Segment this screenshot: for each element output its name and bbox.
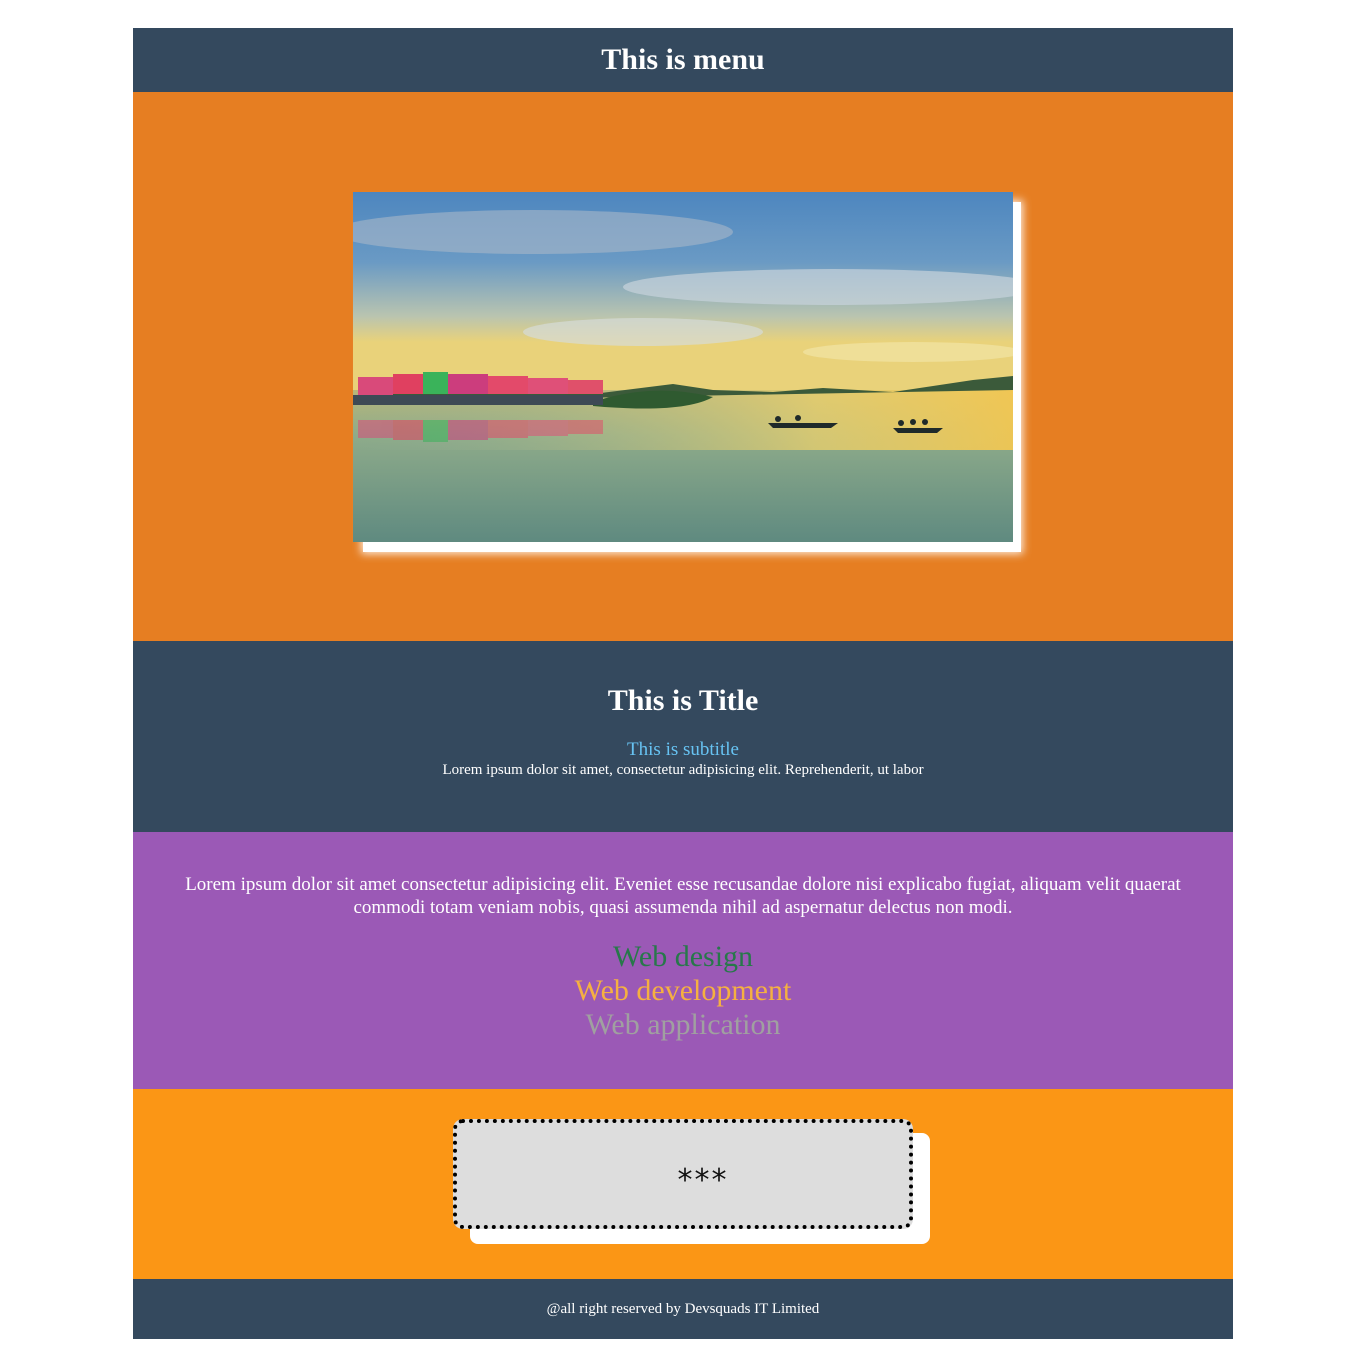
page: This is menu This is Title This is subti… — [133, 28, 1233, 1339]
title-section: This is Title This is subtitle Lorem ips… — [133, 641, 1233, 832]
hero-section — [133, 92, 1233, 641]
box-section: *** — [133, 1089, 1233, 1279]
box-text: *** — [677, 1162, 729, 1198]
services-section: Lorem ipsum dolor sit amet consectetur a… — [133, 832, 1233, 1089]
service-web-design: Web design — [612, 940, 754, 973]
hero-photo — [353, 192, 1013, 542]
services-list: Web design Web development Web applicati… — [133, 940, 1233, 1042]
footer: @all right reserved by Devsquads IT Limi… — [133, 1279, 1233, 1339]
service-web-development: Web development — [574, 974, 792, 1007]
dotted-box: *** — [453, 1119, 913, 1229]
menu-bar: This is menu — [133, 28, 1233, 92]
menu-title: This is menu — [601, 43, 765, 76]
section-subtitle: This is subtitle — [627, 739, 739, 760]
section-text: Lorem ipsum dolor sit amet, consectetur … — [442, 762, 924, 778]
footer-text: @all right reserved by Devsquads IT Limi… — [546, 1300, 820, 1317]
service-web-application: Web application — [585, 1008, 781, 1041]
section-title: This is Title — [607, 684, 759, 717]
services-paragraph: Lorem ipsum dolor sit amet consectetur a… — [185, 874, 1181, 918]
